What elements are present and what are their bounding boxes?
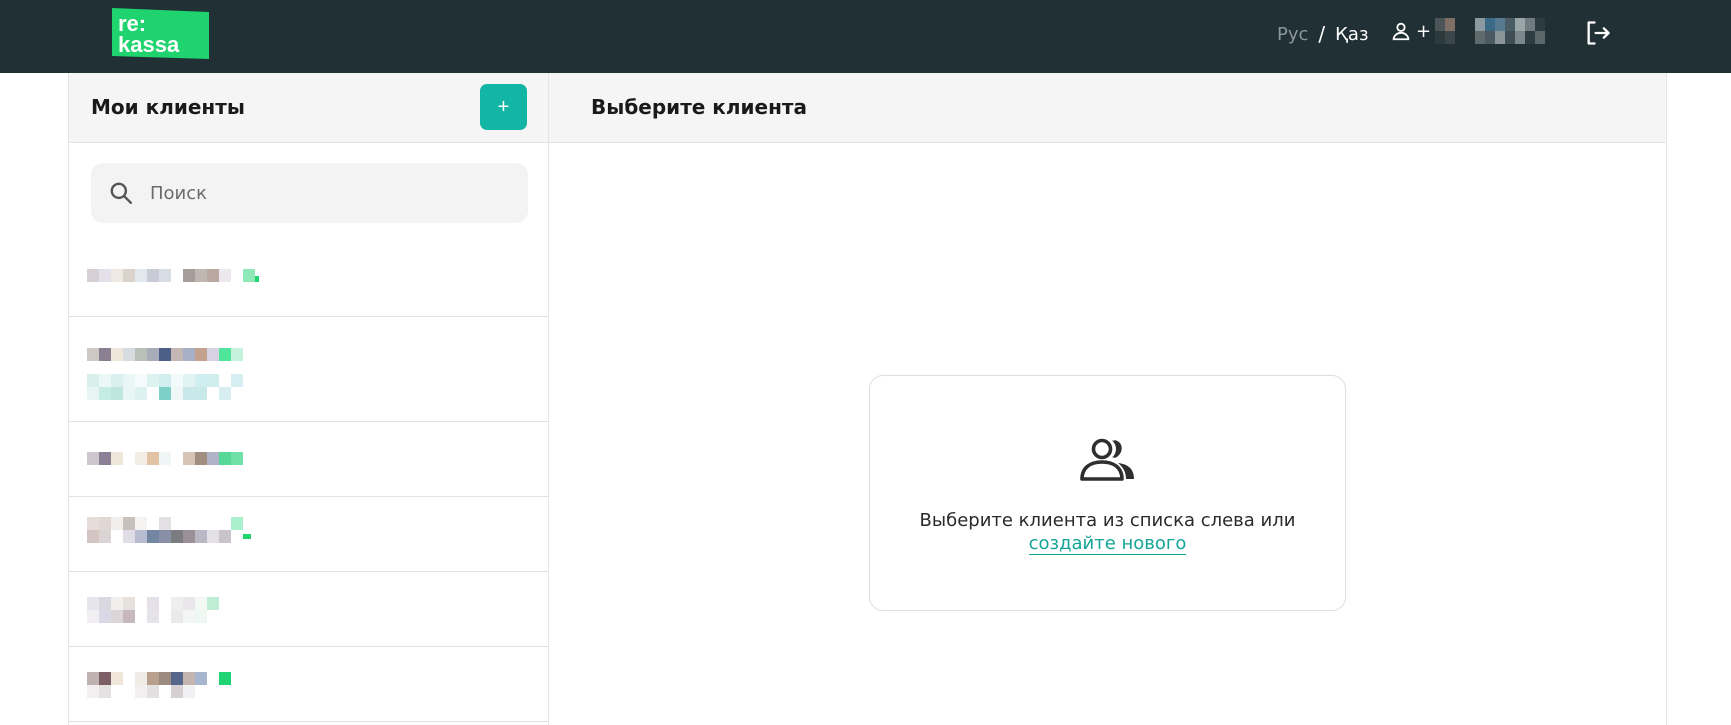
lang-separator: / — [1318, 22, 1326, 46]
empty-state-text: Выберите клиента из списка слева или — [919, 510, 1296, 531]
client-name-redacted — [87, 348, 265, 361]
client-search[interactable] — [91, 163, 528, 223]
client-list-item[interactable] — [69, 243, 549, 317]
search-input[interactable] — [150, 182, 510, 204]
client-name-redacted — [87, 597, 247, 623]
client-list-item[interactable] — [69, 647, 549, 722]
client-name-redacted — [87, 269, 267, 282]
client-list-item[interactable] — [69, 422, 549, 497]
clients-panel-header: Мои клиенты + — [69, 73, 548, 143]
user-account[interactable]: + — [1390, 18, 1566, 44]
clients-title: Мои клиенты — [91, 95, 245, 119]
user-phone-redacted — [1435, 18, 1566, 44]
user-phone-prefix: + — [1416, 20, 1432, 42]
logout-icon[interactable] — [1584, 19, 1612, 47]
language-switcher: Рус / Қаз — [1277, 22, 1369, 46]
client-detail-panel: Выберите клиента Выберите клиента из спи… — [549, 73, 1667, 725]
users-icon — [1079, 438, 1134, 481]
top-bar: re: kassa Рус / Қаз + — [0, 0, 1731, 73]
user-icon — [1392, 22, 1410, 41]
client-list — [69, 243, 549, 722]
clients-panel: Мои клиенты + — [68, 73, 549, 725]
client-list-item[interactable] — [69, 572, 549, 647]
lang-kz-link[interactable]: Қаз — [1335, 24, 1368, 45]
client-detail-redacted — [87, 374, 255, 400]
client-name-redacted — [87, 452, 265, 465]
rekassa-logo[interactable]: re: kassa — [110, 6, 211, 61]
client-list-item[interactable] — [69, 497, 549, 572]
search-icon — [110, 182, 132, 204]
client-detail-title: Выберите клиента — [591, 95, 808, 119]
logo-text-bottom: kassa — [118, 32, 180, 57]
create-client-link[interactable]: создайте нового — [1028, 533, 1187, 555]
client-list-item[interactable] — [69, 317, 549, 422]
client-name-redacted — [87, 672, 247, 698]
client-name-redacted — [87, 517, 267, 543]
client-detail-header: Выберите клиента — [549, 73, 1666, 143]
empty-state-card: Выберите клиента из списка слева или соз… — [869, 375, 1346, 611]
lang-ru-link[interactable]: Рус — [1277, 24, 1308, 45]
add-client-button[interactable]: + — [480, 84, 527, 130]
